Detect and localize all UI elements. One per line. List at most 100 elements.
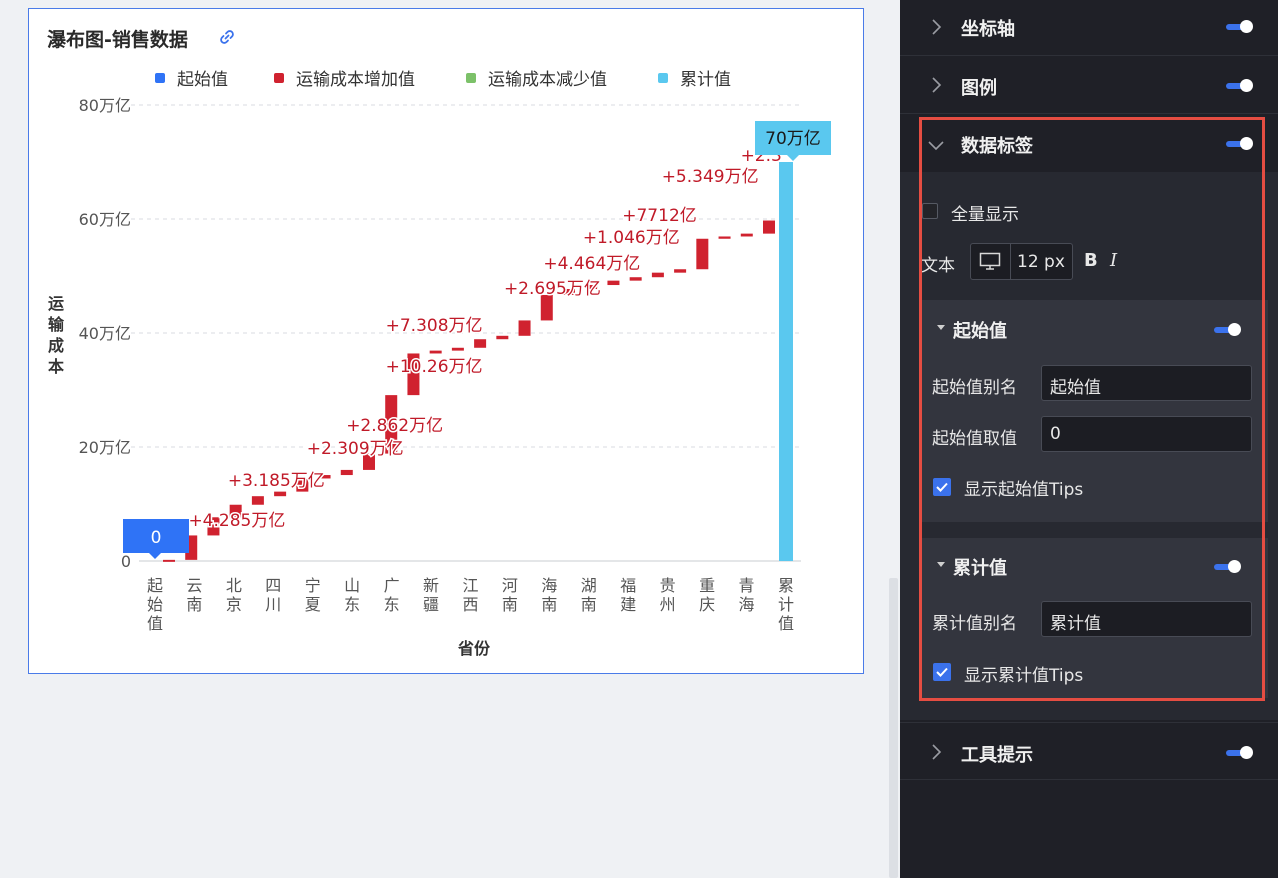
x-tick-label: 庆 [699,595,715,614]
data-label: +1.046万亿 [583,228,680,248]
increase-bar [696,238,709,270]
increase-bar [251,496,264,505]
x-tick-label: 南 [186,595,202,614]
waterfall-chart: 0 20万亿 40万亿 60万亿 80万亿运输成本省份 起始值 运输成本增加值 运输成本减少值… [48,70,831,658]
increase-bar [607,280,620,286]
increase-bar [763,220,775,234]
x-tick-label: 江 [462,576,478,595]
chevron-right-icon[interactable] [930,743,942,766]
increase-bar [740,233,753,237]
x-tick-label: 京 [226,595,242,614]
increase-bar [474,339,487,348]
y-axis-label: 输 [48,315,65,334]
section-axis[interactable]: 坐标轴 [900,0,1278,56]
x-tick-label: 川 [265,595,281,614]
legend-label: 累计值 [680,70,731,90]
x-tick-label: 新 [423,576,439,595]
total-bar [779,162,793,561]
data-label: +3.185万亿 [228,471,325,491]
x-tick-label: 起 [147,576,163,595]
increase-bar [718,236,731,239]
x-tick-label: 湖 [581,576,597,595]
section-label-tooltip: 工具提示 [961,745,1033,766]
x-tick-label: 东 [344,595,360,614]
x-tick-label: 南 [541,595,557,614]
x-tick-label: 值 [778,614,794,633]
x-tick-label: 重 [699,576,715,595]
legend-label: 运输成本减少值 [488,70,607,90]
x-tick-label: 建 [620,595,636,614]
legend-label: 起始值 [177,70,228,90]
data-label: +10.26万亿 [386,357,483,377]
increase-bar [274,491,287,497]
legend-swatch [274,73,284,83]
x-tick-label: 西 [462,595,478,614]
y-tick-label: 60万亿 [79,210,131,229]
x-tick-label: 青 [739,576,755,595]
start-tip-pointer [149,553,161,559]
x-tick-label: 海 [541,576,557,595]
data-label: +4.464万亿 [543,254,640,274]
legend-swatch [155,73,165,83]
section-label-legend: 图例 [961,78,997,99]
chart-title: 瀑布图-销售数据 [47,29,188,51]
x-tick-label: 东 [384,595,400,614]
legend-toggle[interactable] [1226,79,1254,92]
y-tick-label: 20万亿 [79,438,131,457]
x-tick-label: 始 [147,595,163,614]
y-axis-label: 成 [48,336,64,355]
x-tick-label: 州 [660,595,676,614]
x-tick-label: 山 [344,576,360,595]
increase-bar [518,320,531,336]
x-tick-label: 河 [502,576,518,595]
increase-bar [674,269,687,273]
link-icon[interactable] [219,29,235,49]
x-tick-label: 值 [147,614,163,633]
y-tick-label: 80万亿 [79,96,131,115]
data-label: +7712亿 [622,206,697,226]
tooltip-toggle[interactable] [1226,746,1254,759]
increase-bar [163,559,175,562]
legend-label: 运输成本增加值 [296,70,415,90]
x-tick-label: 计 [778,595,794,614]
total-tip-pointer [787,155,799,161]
x-tick-label: 云 [186,576,202,595]
x-tick-label: 累 [778,576,794,595]
data-label: +2.309万亿 [307,439,404,459]
highlight-box [919,117,1265,701]
data-label: +5.349万亿 [662,167,759,187]
x-tick-label: 夏 [305,595,321,614]
x-tick-label: 宁 [305,576,321,595]
x-tick-label: 南 [581,595,597,614]
y-tick-label: 40万亿 [79,324,131,343]
y-tick-label: 0 [121,552,131,571]
x-tick-label: 广 [384,576,400,595]
data-label: +2.695万亿 [504,279,601,299]
increase-bar [429,350,442,354]
x-tick-label: 北 [226,576,242,595]
section-legend[interactable]: 图例 [900,56,1278,114]
chevron-right-icon[interactable] [930,76,942,99]
chevron-right-icon[interactable] [930,18,942,41]
x-tick-label: 四 [265,576,281,595]
x-tick-label: 贵 [660,576,676,595]
x-axis-label: 省份 [457,639,491,658]
increase-bar [496,335,509,340]
legend-swatch [658,73,668,83]
data-label: +2.862万亿 [346,416,443,436]
increase-bar [651,272,664,278]
data-label: +4.285万亿 [188,511,285,531]
increase-bar [629,277,642,281]
y-axis-label: 运 [48,294,64,313]
x-tick-label: 海 [739,595,755,614]
x-tick-label: 疆 [423,595,439,614]
page-scrollbar-thumb[interactable] [889,578,898,878]
start-tip-label: 0 [151,528,162,548]
y-axis-label: 本 [48,357,64,376]
section-label-axis: 坐标轴 [961,19,1015,40]
axis-toggle[interactable] [1226,20,1254,33]
increase-bar [340,469,353,476]
legend-swatch [466,73,476,83]
x-tick-label: 南 [502,595,518,614]
section-tooltip[interactable]: 工具提示 [900,722,1278,780]
